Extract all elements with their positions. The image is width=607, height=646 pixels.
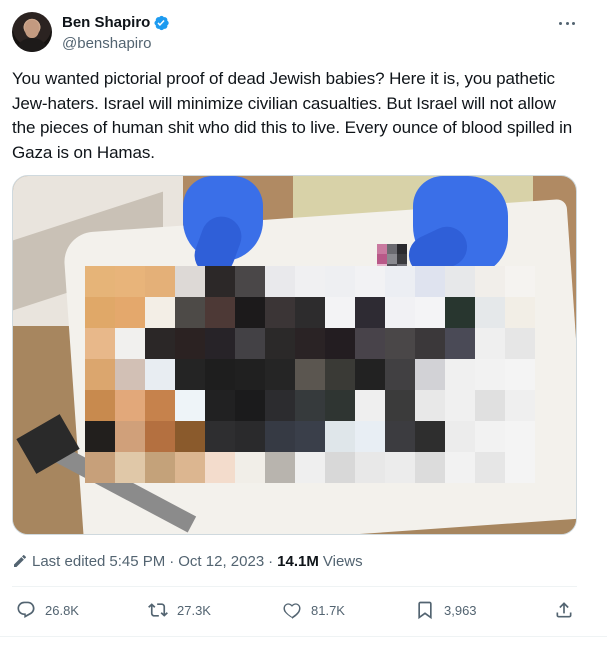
avatar-face: [25, 20, 39, 38]
tweet: Ben Shapiro @benshapiro You wanted picto…: [0, 0, 607, 646]
repost-button[interactable]: 27.3K: [148, 598, 211, 622]
like-count: 81.7K: [311, 602, 345, 618]
tweet-metadata: Last edited 5:45 PM · Oct 12, 2023 · 14.…: [12, 551, 363, 571]
heart-icon: [283, 603, 301, 619]
edited-label[interactable]: Last edited: [32, 553, 105, 570]
pixelated-censor: [85, 266, 535, 483]
like-button[interactable]: 81.7K: [282, 598, 345, 622]
share-icon[interactable]: [554, 600, 574, 620]
more-options-icon[interactable]: [556, 14, 578, 32]
author-handle[interactable]: @benshapiro: [62, 34, 151, 54]
tweet-media-image[interactable]: [12, 175, 577, 535]
bookmark-icon: [418, 601, 432, 620]
tweet-text: You wanted pictorial proof of dead Jewis…: [12, 69, 573, 162]
views-count: 14.1M: [277, 552, 319, 570]
tweet-time[interactable]: 5:45 PM: [109, 553, 165, 570]
action-bar: 26.8K 27.3K 81.7K 3,963: [12, 598, 577, 622]
divider: [12, 586, 577, 587]
views-label: Views: [322, 552, 363, 570]
avatar-shirt: [18, 38, 46, 52]
avatar[interactable]: [12, 12, 52, 52]
reply-count: 26.8K: [45, 602, 79, 618]
reply-icon: [17, 601, 35, 618]
tweet-date[interactable]: Oct 12, 2023: [178, 553, 264, 570]
reply-button[interactable]: 26.8K: [16, 598, 79, 622]
author-name[interactable]: Ben Shapiro: [62, 13, 150, 33]
verified-badge-icon: [154, 15, 169, 31]
bookmark-count: 3,963: [444, 602, 477, 618]
bottom-divider: [0, 636, 607, 637]
bookmark-button[interactable]: 3,963: [415, 598, 477, 622]
repost-count: 27.3K: [177, 602, 211, 618]
pencil-icon: [14, 555, 26, 567]
repost-icon: [148, 603, 168, 617]
